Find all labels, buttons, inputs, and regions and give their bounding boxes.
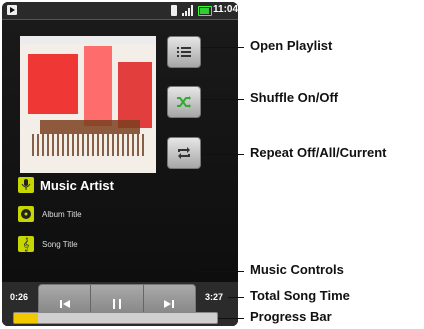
bluetooth-icon xyxy=(171,5,177,16)
callout-line xyxy=(197,271,244,272)
battery-icon xyxy=(198,6,212,16)
album-row: Album Title xyxy=(18,206,82,222)
status-time: 11:04 xyxy=(213,4,238,15)
callout-line xyxy=(201,99,244,100)
song-title: Song Title xyxy=(42,239,78,249)
callout-repeat: Repeat Off/All/Current xyxy=(250,145,387,160)
status-bar: 11:04 xyxy=(2,2,238,20)
callout-line xyxy=(218,318,244,319)
callout-line xyxy=(201,154,244,155)
album-icon xyxy=(18,206,34,222)
callout-total-time: Total Song Time xyxy=(250,288,350,303)
phone-screen: 11:04 Music Artist Album Title 𝄞 Song Ti… xyxy=(2,2,238,326)
signal-icon xyxy=(182,5,193,16)
album-title: Album Title xyxy=(42,209,82,219)
elapsed-time: 0:26 xyxy=(10,292,29,302)
callout-music-controls: Music Controls xyxy=(250,262,344,277)
shuffle-button[interactable] xyxy=(167,86,201,118)
microphone-icon xyxy=(18,177,34,193)
song-row: 𝄞 Song Title xyxy=(18,236,78,252)
callout-open-playlist: Open Playlist xyxy=(250,38,333,53)
callout-progress-bar: Progress Bar xyxy=(250,309,332,324)
previous-icon xyxy=(59,300,70,308)
callout-shuffle: Shuffle On/Off xyxy=(250,90,339,105)
callout-line xyxy=(228,297,244,298)
pause-icon xyxy=(112,299,121,309)
shuffle-icon xyxy=(177,96,191,108)
notification-icon xyxy=(7,5,17,15)
music-note-icon: 𝄞 xyxy=(18,236,34,252)
repeat-button[interactable] xyxy=(167,137,201,169)
repeat-icon xyxy=(178,147,190,159)
progress-bar[interactable] xyxy=(13,312,218,324)
next-icon xyxy=(164,300,175,308)
playlist-icon xyxy=(177,47,191,57)
total-time: 3:27 xyxy=(205,292,224,302)
open-playlist-button[interactable] xyxy=(167,36,201,68)
progress-fill xyxy=(14,313,39,323)
artist-row: Music Artist xyxy=(18,177,114,193)
music-player: Music Artist Album Title 𝄞 Song Title xyxy=(2,20,238,326)
artist-name: Music Artist xyxy=(40,177,114,193)
album-art xyxy=(20,36,156,173)
callout-line xyxy=(201,47,244,48)
